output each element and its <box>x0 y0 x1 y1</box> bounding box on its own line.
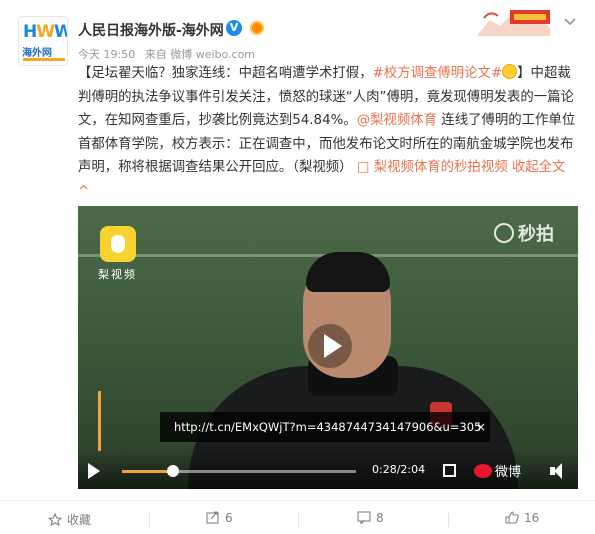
avatar-logo-sub: 海外网 <box>22 48 52 59</box>
author-avatar[interactable]: HWW 海外网 <box>18 16 68 66</box>
verified-icon: V <box>226 20 242 36</box>
weibo-logo: 微博 <box>474 461 521 480</box>
video-person-hair <box>306 252 390 292</box>
pear-video-watermark: 梨视频 <box>98 268 137 281</box>
post-time[interactable]: 今天 19:50 <box>78 48 135 61</box>
post-text-intro: 【足坛翟天临？独家连线：中超名哨遭学术打假， <box>78 66 373 81</box>
emoji-icon <box>502 64 518 79</box>
favorite-button[interactable]: 收藏 <box>48 511 91 528</box>
seek-handle[interactable] <box>167 465 180 477</box>
miaopai-watermark: 秒拍 <box>494 220 566 245</box>
footer-separator <box>149 513 150 527</box>
video-link-icon[interactable]: □ <box>357 160 370 175</box>
mention-link[interactable]: @梨视频体育 <box>357 113 437 128</box>
seek-bar[interactable] <box>122 465 356 477</box>
footer-separator <box>448 513 449 527</box>
video-time: 0:28/2:04 <box>372 463 426 476</box>
volume-icon[interactable] <box>550 463 568 479</box>
close-icon[interactable]: × <box>470 412 492 442</box>
post-meta: 今天 19:50 来自 微博 weibo.com <box>78 46 261 62</box>
post-actions: 收藏 6 8 16 <box>0 501 595 534</box>
comment-count: 8 <box>376 511 384 525</box>
weibo-eye-icon <box>474 464 492 478</box>
hashtag-link[interactable]: #校方调查傅明论文# <box>373 66 503 81</box>
play-button[interactable] <box>88 463 100 479</box>
avatar-logo-text: HWW <box>23 22 67 42</box>
video-player[interactable]: 梨视频 秒拍 http://t.cn/EMxQWjT?m=43487447341… <box>78 206 578 489</box>
video-url-overlay[interactable]: http://t.cn/EMxQWjT?m=4348744734147906&u… <box>160 412 490 442</box>
comment-button[interactable]: 8 <box>357 511 384 525</box>
miaopai-logo-icon <box>494 223 514 243</box>
collapse-caret-icon[interactable]: ^ <box>78 184 89 199</box>
chevron-down-icon[interactable] <box>563 14 577 28</box>
post-source[interactable]: 来自 微博 weibo.com <box>145 48 255 61</box>
pear-video-logo-icon <box>100 226 136 262</box>
repost-count: 6 <box>225 511 233 525</box>
star-icon <box>48 513 62 526</box>
avatar-logo-bar <box>23 58 65 61</box>
thumbs-up-icon <box>505 511 519 524</box>
like-count: 16 <box>524 511 540 525</box>
medal-icon[interactable] <box>250 21 264 35</box>
weibo-logo-text: 微博 <box>495 465 522 480</box>
weibo-post-card: HWW 海外网 人民日报海外版-海外网 V 今天 19:50 来自 微博 wei… <box>0 0 595 534</box>
video-controls: 0:28/2:04 微博 <box>78 449 578 489</box>
seek-bar-fill <box>122 470 174 473</box>
collapse-text-link[interactable]: 收起全文 <box>512 160 566 175</box>
banner-decoration-icon <box>470 4 558 40</box>
video-source-link[interactable]: 梨视频体育的秒拍视频 <box>374 160 508 175</box>
author-name[interactable]: 人民日报海外版-海外网 <box>78 20 224 40</box>
repost-button[interactable]: 6 <box>206 511 233 525</box>
play-overlay-button[interactable] <box>308 324 352 368</box>
fullscreen-icon[interactable] <box>443 464 456 477</box>
miaopai-text: 秒拍 <box>518 224 554 245</box>
footer-separator <box>298 513 299 527</box>
favorite-label: 收藏 <box>67 513 92 527</box>
repost-icon <box>206 511 219 524</box>
side-progress-indicator <box>98 391 101 451</box>
post-text: 【足坛翟天临？独家连线：中超名哨遭学术打假，#校方调查傅明论文# 】中超裁判傅明的… <box>78 62 580 203</box>
comment-icon <box>357 511 371 524</box>
like-button[interactable]: 16 <box>505 511 539 525</box>
